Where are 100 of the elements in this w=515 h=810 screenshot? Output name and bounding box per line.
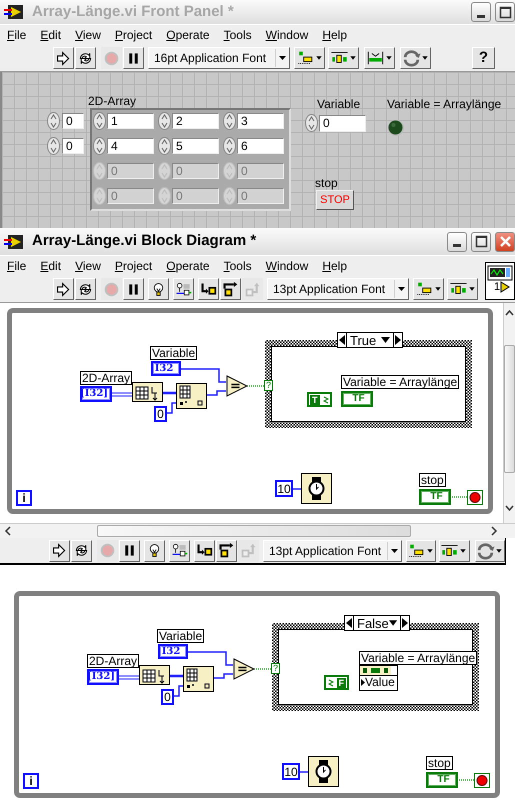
run-arrow-button[interactable] [53,278,74,300]
font-dropdown[interactable]: 13pt Application Font [267,278,409,300]
menu-item[interactable]: Edit [33,257,68,275]
help-button[interactable]: ? [472,47,495,69]
menu-item[interactable]: Help [315,26,354,44]
increment-decrement-arrows[interactable] [305,114,318,132]
stop-terminal[interactable]: TF [426,772,458,788]
property-node[interactable]: Value [359,665,398,691]
case-selector[interactable]: False [344,615,410,631]
case-selector[interactable]: True [337,332,403,348]
boolean-constant[interactable]: T [307,392,332,407]
case-selector-terminal[interactable]: ? [271,663,280,674]
stop-terminal[interactable]: TF [419,489,451,505]
step-into-button[interactable] [198,278,219,300]
index-array-node[interactable] [183,666,214,692]
equal-node[interactable]: = [233,658,255,680]
equal-node[interactable]: = [226,375,248,397]
run-continuously-button[interactable] [75,47,96,69]
scrollbar-thumb[interactable] [97,525,411,537]
increment-decrement-arrows[interactable] [47,137,60,155]
boolean-terminal[interactable]: TF [341,391,373,407]
scrollbar-thumb[interactable] [504,345,515,473]
pause-button[interactable] [123,47,144,69]
numeric-field[interactable]: 2 [172,113,219,129]
menu-item[interactable]: Operate [159,26,217,44]
align-objects-button[interactable] [413,278,444,300]
numeric-field[interactable]: 4 [107,138,154,154]
increment-decrement-arrows[interactable] [47,112,60,130]
menu-item[interactable]: File [0,26,34,44]
run-arrow-button[interactable] [53,47,74,69]
menu-item[interactable]: Project [108,257,160,275]
minimize-button[interactable] [447,232,467,252]
font-dropdown[interactable]: 13pt Application Font [263,540,402,562]
reorder-button[interactable] [400,47,431,69]
numeric-terminal[interactable]: I32 [158,644,188,659]
array-size-node[interactable] [132,382,163,402]
wait-node[interactable] [308,756,339,787]
run-continuously-button[interactable] [71,540,92,562]
numeric-constant[interactable]: 0 [154,406,167,422]
index-field[interactable]: 0 [62,138,84,154]
distribute-objects-button[interactable] [447,278,478,300]
menu-item[interactable]: View [68,257,108,275]
menu-item[interactable]: View [68,26,108,44]
index-array-node[interactable] [176,383,207,409]
minimize-button[interactable] [471,2,491,22]
increment-decrement-arrows[interactable] [158,112,171,130]
increment-arrow-icon[interactable] [401,617,409,629]
decrement-arrow-icon[interactable] [345,617,353,629]
horizontal-scrollbar[interactable] [0,523,515,538]
case-selector-terminal[interactable]: ? [264,380,274,391]
boolean-constant[interactable]: F [324,675,349,690]
numeric-field[interactable]: 6 [237,138,284,154]
probe-button[interactable] [169,540,190,562]
font-dropdown[interactable]: 16pt Application Font [148,47,290,69]
increment-decrement-arrows[interactable] [223,112,236,130]
numeric-constant[interactable]: 0 [161,689,174,705]
menu-item[interactable]: Window [258,257,316,275]
resize-objects-button[interactable] [364,47,395,69]
probe-button[interactable] [173,278,194,300]
step-into-button[interactable] [194,540,215,562]
index-field[interactable]: 0 [62,113,84,129]
numeric-field[interactable]: 0 [319,115,366,132]
align-objects-button[interactable] [294,47,325,69]
numeric-field[interactable]: 1 [107,113,154,129]
menu-item[interactable]: Tools [216,257,259,275]
light-bulb-button[interactable] [144,540,165,562]
distribute-objects-button[interactable] [328,47,359,69]
loop-condition-terminal[interactable] [467,490,483,505]
pause-button[interactable] [119,540,140,562]
decrement-arrow-icon[interactable] [338,334,346,346]
numeric-field[interactable]: 3 [237,113,284,129]
menu-item[interactable]: Project [108,26,160,44]
numeric-field[interactable]: 5 [172,138,219,154]
close-button[interactable] [495,232,515,252]
loop-condition-terminal[interactable] [474,773,490,788]
menu-item[interactable]: File [0,257,34,275]
run-arrow-button[interactable] [49,540,70,562]
increment-arrow-icon[interactable] [394,334,402,346]
menu-item[interactable]: Help [315,257,354,275]
increment-decrement-arrows[interactable] [223,137,236,155]
increment-decrement-arrows[interactable] [158,137,171,155]
run-continuously-button[interactable] [75,278,96,300]
menu-item[interactable]: Window [258,26,316,44]
reorder-button[interactable] [474,540,505,562]
maximize-button[interactable] [471,232,491,252]
wait-node[interactable] [301,473,332,504]
light-bulb-button[interactable] [148,278,169,300]
menu-item[interactable]: Operate [159,257,217,275]
step-over-button[interactable] [216,540,237,562]
vertical-scrollbar[interactable] [503,303,515,523]
numeric-terminal[interactable]: I32 [151,361,181,376]
align-objects-button[interactable] [406,540,436,562]
menu-item[interactable]: Tools [216,26,259,44]
increment-decrement-arrows[interactable] [93,137,106,155]
numeric-constant[interactable]: 10 [282,763,300,780]
pause-button[interactable] [123,278,144,300]
array-size-node[interactable] [139,665,170,685]
distribute-objects-button[interactable] [439,540,470,562]
numeric-constant[interactable]: 10 [275,480,293,497]
step-over-button[interactable] [220,278,241,300]
